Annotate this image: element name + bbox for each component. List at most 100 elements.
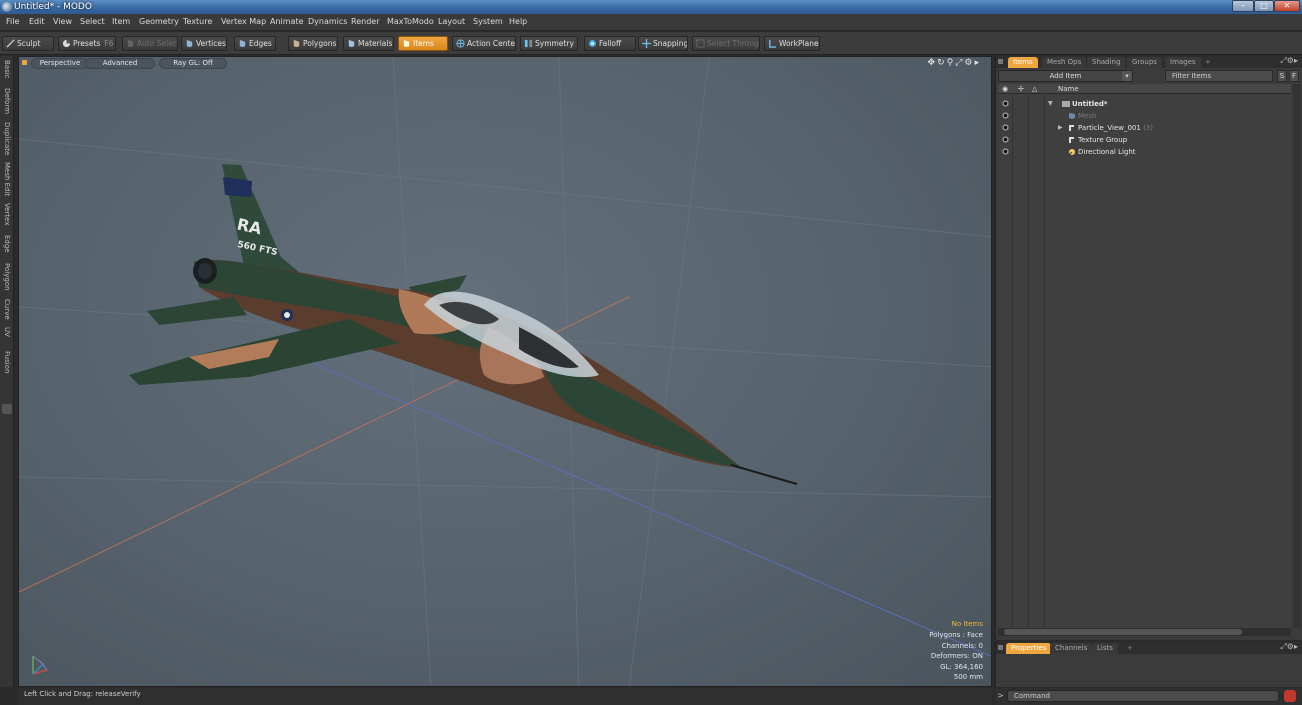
list-item-particle-view[interactable]: ▶ Particle_View_001 (3)	[998, 122, 1291, 134]
sculpt-button[interactable]: Sculpt	[2, 36, 54, 51]
panel-expand-gear-icon[interactable]: ⤢⚙▸	[1280, 642, 1298, 652]
raygl-toggle[interactable]: Ray GL: Off	[159, 58, 227, 69]
menu-render[interactable]: Render	[351, 17, 379, 26]
snapping-button[interactable]: Snapping	[638, 36, 688, 51]
filter-f-button[interactable]: F	[1289, 70, 1299, 82]
vertices-mode-button[interactable]: Vertices	[181, 36, 227, 51]
visibility-eye-icon[interactable]	[1002, 124, 1009, 131]
tab-edge[interactable]: Edge	[1, 235, 13, 259]
tab-vertex[interactable]: Vertex	[1, 203, 13, 231]
expand-arrow-icon[interactable]: ▶	[1058, 122, 1063, 134]
add-tab-button[interactable]: +	[1122, 643, 1138, 654]
modo-app-icon	[2, 2, 12, 12]
falloff-button[interactable]: Falloff	[584, 36, 636, 51]
tab-fusion[interactable]: Fusion	[1, 351, 13, 379]
name-column-header[interactable]: Name	[1058, 85, 1079, 93]
expand-arrow-icon[interactable]: ▼	[1048, 98, 1053, 110]
tab-mesh-edit[interactable]: Mesh Edit	[1, 162, 13, 198]
visibility-eye-icon[interactable]	[1002, 112, 1009, 119]
menu-view[interactable]: View	[53, 17, 72, 26]
list-item-scene[interactable]: ▼ Untitled*	[998, 98, 1291, 110]
tab-lists[interactable]: Lists	[1092, 643, 1118, 654]
tab-groups[interactable]: Groups	[1127, 57, 1162, 68]
action-center-button[interactable]: Action Center	[452, 36, 516, 51]
select-through-button[interactable]: Select Through	[692, 36, 760, 51]
item-list-header: ◉ ✢ △ Name	[998, 84, 1291, 94]
command-input[interactable]: Command	[1007, 690, 1279, 702]
panel-expand-gear-icon[interactable]: ⤢⚙▸	[1280, 56, 1298, 66]
workplane-button[interactable]: WorkPlane	[764, 36, 820, 51]
tab-duplicate[interactable]: Duplicate	[1, 122, 13, 160]
filter-s-button[interactable]: S	[1277, 70, 1287, 82]
close-button[interactable]: ✕	[1274, 0, 1300, 12]
maximize-button[interactable]: □	[1254, 0, 1274, 12]
menu-animate[interactable]: Animate	[270, 17, 304, 26]
tab-polygon[interactable]: Polygon	[1, 263, 13, 295]
menu-texture[interactable]: Texture	[183, 17, 212, 26]
menu-help[interactable]: Help	[509, 17, 527, 26]
auto-select-button[interactable]: Auto Select	[122, 36, 178, 51]
menu-layout[interactable]: Layout	[438, 17, 465, 26]
falloff-icon	[588, 39, 597, 48]
items-mode-button[interactable]: Items	[398, 36, 448, 51]
tool-tabs-sidebar: Basic Deform Duplicate Mesh Edit Vertex …	[0, 56, 14, 687]
tab-deform[interactable]: Deform	[1, 88, 13, 120]
tab-items[interactable]: Items	[1008, 57, 1038, 68]
add-tab-button[interactable]: +	[1200, 57, 1216, 68]
menu-item[interactable]: Item	[112, 17, 130, 26]
presets-button[interactable]: Presets F6	[58, 36, 116, 51]
menu-geometry[interactable]: Geometry	[139, 17, 179, 26]
menu-maxtomodo[interactable]: MaxToModo	[387, 17, 434, 26]
filter-items-input[interactable]: Filter Items	[1165, 70, 1273, 82]
items-panel: Items Mesh Ops Shading Groups Images + ⤢…	[995, 56, 1302, 640]
tab-properties[interactable]: Properties	[1006, 643, 1052, 654]
view-mode-dropdown[interactable]: Perspective	[31, 58, 89, 69]
tab-channels[interactable]: Channels	[1050, 643, 1093, 654]
panel-options-icon[interactable]	[998, 59, 1003, 64]
3d-viewport[interactable]: RA 560 FTS Perspective Advanced Ray GL: …	[18, 56, 992, 687]
list-item-mesh[interactable]: · Mesh	[998, 110, 1291, 122]
horizontal-scrollbar[interactable]	[998, 628, 1291, 636]
action-center-icon	[456, 39, 465, 48]
symmetry-button[interactable]: Symmetry	[520, 36, 578, 51]
add-item-dropdown[interactable]: Add Item ▾	[998, 70, 1133, 82]
visibility-eye-icon[interactable]	[1002, 100, 1009, 107]
viewport-options-icon[interactable]	[22, 60, 27, 65]
tab-images[interactable]: Images	[1165, 57, 1201, 68]
edges-icon	[239, 39, 246, 48]
menu-select[interactable]: Select	[80, 17, 105, 26]
tab-basic[interactable]: Basic	[1, 60, 13, 88]
list-item-directional-light[interactable]: · Directional Light	[998, 146, 1291, 158]
panel-options-icon[interactable]	[998, 645, 1003, 650]
render-column-icon[interactable]: △	[1032, 85, 1037, 93]
shading-mode-dropdown[interactable]: Advanced	[85, 58, 155, 69]
viewport-info-overlay: No Items Polygons : Face Channels: 0 Def…	[929, 619, 983, 683]
list-item-texture-group[interactable]: · Texture Group	[998, 134, 1291, 146]
scroll-thumb[interactable]	[1004, 629, 1242, 635]
sidebar-collapse-button[interactable]	[2, 404, 12, 414]
visibility-column-eye-icon[interactable]: ◉	[1002, 85, 1008, 93]
visibility-eye-icon[interactable]	[1002, 148, 1009, 155]
tab-curve[interactable]: Curve	[1, 299, 13, 323]
minimize-button[interactable]: –	[1232, 0, 1254, 12]
tab-mesh-ops[interactable]: Mesh Ops	[1042, 57, 1087, 68]
group-icon	[1069, 137, 1074, 143]
viewport-nav-icons[interactable]: ✥↻⚲⤢⚙▸	[928, 58, 981, 68]
polygons-mode-button[interactable]: Polygons	[288, 36, 338, 51]
tab-uv[interactable]: UV	[1, 327, 13, 341]
symmetry-icon	[524, 39, 533, 48]
items-toolbar: Add Item ▾ Filter Items S F	[998, 70, 1301, 82]
materials-mode-button[interactable]: Materials	[343, 36, 394, 51]
lock-column-icon[interactable]: ✢	[1018, 85, 1024, 93]
menu-vertex-map[interactable]: Vertex Map	[221, 17, 266, 26]
tab-shading[interactable]: Shading	[1087, 57, 1126, 68]
menu-dynamics[interactable]: Dynamics	[308, 17, 347, 26]
command-history-icon[interactable]: >	[997, 691, 1004, 700]
visibility-eye-icon[interactable]	[1002, 136, 1009, 143]
stop-icon[interactable]	[1284, 690, 1296, 702]
menu-file[interactable]: File	[6, 17, 19, 26]
menu-edit[interactable]: Edit	[29, 17, 45, 26]
menu-system[interactable]: System	[473, 17, 503, 26]
edges-mode-button[interactable]: Edges	[234, 36, 276, 51]
vertical-scrollbar[interactable]	[1293, 84, 1301, 628]
